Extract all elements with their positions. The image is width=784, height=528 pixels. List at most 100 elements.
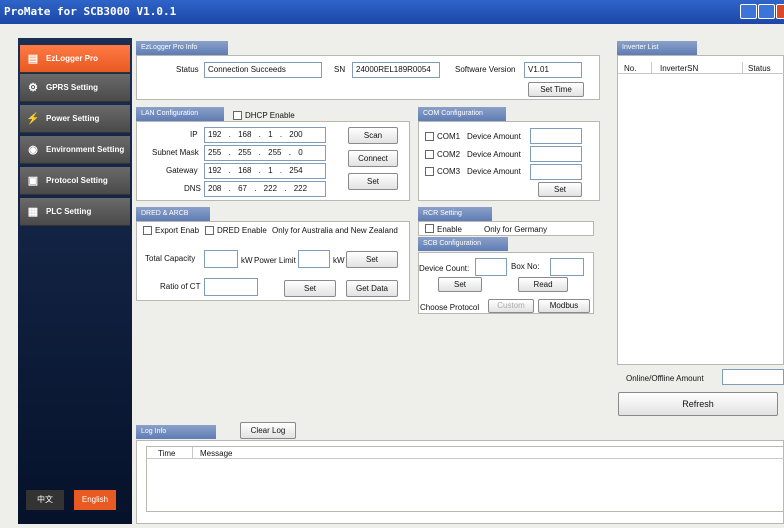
scb-section-tab: SCB Configuration [418, 237, 508, 251]
com3-device-amount-input[interactable] [530, 164, 582, 180]
online-offline-label: Online/Offline Amount [626, 374, 704, 383]
globe-icon: ◉ [28, 144, 38, 156]
plug-icon: ⚡ [26, 113, 40, 125]
subnet-mask-input[interactable]: 255 . 255 . 255 . 0 [204, 145, 326, 161]
com1-checkbox[interactable] [425, 132, 434, 141]
ip-octet: 168 [238, 130, 252, 139]
sidebar-item-environment-setting[interactable]: ◉ Environment Setting [20, 136, 130, 164]
gear-icon: ⚙ [28, 82, 38, 94]
com-set-button[interactable]: Set [538, 182, 582, 197]
box-no-input[interactable] [550, 258, 584, 276]
dred-region-note: Only for Australia and New Zealand [272, 226, 398, 235]
rcr-section-tab: RCR Setting [418, 207, 492, 221]
mask-octet: 0 [298, 148, 303, 157]
power-limit-input[interactable] [298, 250, 330, 268]
com3-checkbox[interactable] [425, 167, 434, 176]
dred-enable-label: DRED Enable [217, 226, 267, 235]
modbus-protocol-button[interactable]: Modbus [538, 299, 590, 313]
ip-octet: 192 [208, 130, 222, 139]
ip-label: IP [190, 130, 198, 139]
log-section-tab: Log Info [136, 425, 216, 439]
power-limit-set-button[interactable]: Set [346, 251, 398, 268]
sidebar-item-label: Environment Setting [46, 145, 125, 154]
ip-octet: 200 [289, 130, 303, 139]
online-offline-field [722, 369, 784, 385]
lan-set-button[interactable]: Set [348, 173, 398, 190]
connect-button[interactable]: Connect [348, 150, 398, 167]
sidebar-item-label: Protocol Setting [46, 176, 108, 185]
dns-octet: 208 [208, 184, 222, 193]
status-label: Status [176, 65, 199, 74]
inverter-col-sn: InverterSN [660, 64, 699, 73]
com1-label: COM1 [437, 132, 461, 141]
sidebar-item-power-setting[interactable]: ⚡ Power Setting [20, 105, 130, 133]
com2-device-amount-input[interactable] [530, 146, 582, 162]
clear-log-button[interactable]: Clear Log [240, 422, 296, 439]
get-data-button[interactable]: Get Data [346, 280, 398, 297]
sidebar-item-ezlogger-pro[interactable]: ▤ EzLogger Pro [20, 45, 130, 73]
inverter-col-status: Status [748, 64, 771, 73]
sidebar-item-plc-setting[interactable]: ▦ PLC Setting [20, 198, 130, 226]
file-icon: ▣ [27, 175, 39, 187]
export-enable-checkbox[interactable] [143, 226, 152, 235]
subnet-mask-label: Subnet Mask [152, 148, 199, 157]
ratio-of-ct-label: Ratio of CT [160, 282, 201, 291]
com2-checkbox[interactable] [425, 150, 434, 159]
refresh-button[interactable]: Refresh [618, 392, 778, 416]
gw-octet: 192 [208, 166, 222, 175]
sidebar-item-label: PLC Setting [46, 207, 92, 216]
log-col-message: Message [200, 449, 233, 458]
device-count-label: Device Count: [419, 264, 470, 273]
com-section-tab: COM Configuration [418, 107, 506, 121]
close-button[interactable] [776, 4, 784, 19]
scb-read-button[interactable]: Read [518, 277, 568, 292]
gw-octet: 168 [238, 166, 252, 175]
gateway-input[interactable]: 192 . 168 . 1 . 254 [204, 163, 326, 179]
box-no-label: Box No: [511, 262, 540, 271]
log-table-header [147, 447, 784, 459]
sidebar-item-gprs-setting[interactable]: ⚙ GPRS Setting [20, 74, 130, 102]
ratio-of-ct-input[interactable] [204, 278, 258, 296]
minimize-button[interactable] [740, 4, 757, 19]
sn-field: 24000REL189R0054 [352, 62, 440, 78]
total-capacity-input[interactable] [204, 250, 238, 268]
com1-device-amount-input[interactable] [530, 128, 582, 144]
com1-device-amount-label: Device Amount [467, 132, 521, 141]
custom-protocol-button[interactable]: Custom [488, 299, 534, 313]
software-version-label: Software Version [455, 65, 516, 74]
dred-enable-checkbox[interactable] [205, 226, 214, 235]
dhcp-label: DHCP Enable [245, 111, 295, 120]
dns-label: DNS [184, 184, 201, 193]
dns-input[interactable]: 208 . 67 . 222 . 222 [204, 181, 326, 197]
inverter-list-table[interactable] [617, 55, 784, 365]
set-time-button[interactable]: Set Time [528, 82, 584, 97]
language-english-button[interactable]: English [74, 490, 116, 510]
status-field: Connection Succeeds [204, 62, 322, 78]
app-title: ProMate for SCB3000 V1.0.1 [4, 5, 177, 18]
sidebar-item-label: Power Setting [46, 114, 100, 123]
scan-button[interactable]: Scan [348, 127, 398, 144]
rcr-enable-checkbox[interactable] [425, 224, 434, 233]
scb-set-button[interactable]: Set [438, 277, 482, 292]
sidebar-item-protocol-setting[interactable]: ▣ Protocol Setting [20, 167, 130, 195]
lan-section-tab: LAN Configuration [136, 107, 224, 121]
dhcp-checkbox[interactable] [233, 111, 242, 120]
com3-device-amount-label: Device Amount [467, 167, 521, 176]
log-col-time: Time [158, 449, 176, 458]
maximize-button[interactable] [758, 4, 775, 19]
choose-protocol-label: Choose Protocol [420, 303, 480, 312]
inverter-col-no: No. [624, 64, 637, 73]
mask-octet: 255 [208, 148, 222, 157]
ip-input[interactable]: 192 . 168 . 1 . 200 [204, 127, 326, 143]
dred-section-tab: DRED & ARCB [136, 207, 210, 221]
mask-octet: 255 [268, 148, 282, 157]
dns-octet: 222 [263, 184, 278, 193]
ratio-set-button[interactable]: Set [284, 280, 336, 297]
mask-octet: 255 [238, 148, 252, 157]
dns-octet: 222 [293, 184, 308, 193]
title-bar: ProMate for SCB3000 V1.0.1 [0, 0, 784, 24]
gw-octet: 254 [289, 166, 303, 175]
device-count-input[interactable] [475, 258, 507, 276]
language-chinese-button[interactable]: 中文 [26, 490, 64, 510]
export-enable-label: Export Enab [155, 226, 200, 235]
